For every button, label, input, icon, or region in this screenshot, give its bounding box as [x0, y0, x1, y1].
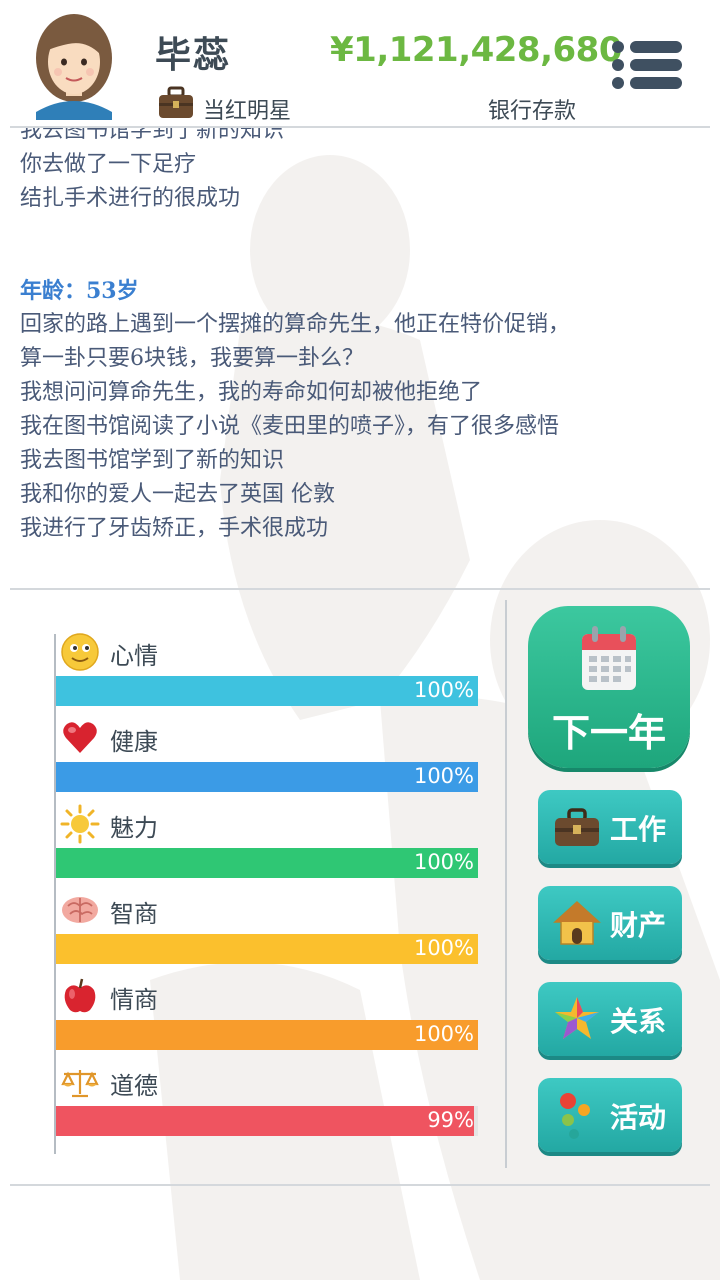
calendar-icon	[582, 626, 636, 690]
age-heading: 年龄：53岁	[20, 278, 139, 304]
log-line: 回家的路上遇到一个摆摊的算命先生，他正在特价促销，	[20, 312, 571, 337]
stat-label: 智商	[110, 900, 158, 928]
activities-button[interactable]: 活动	[538, 1078, 682, 1152]
stat-bar: 100%	[56, 1020, 478, 1050]
stat-percent: 100%	[413, 850, 474, 874]
work-button[interactable]: 工作	[538, 790, 682, 864]
brain-icon	[62, 897, 98, 923]
stat-bar: 100%	[56, 934, 478, 964]
stat-bar: 99%	[56, 1106, 478, 1136]
footer-divider	[10, 1184, 710, 1186]
house-icon	[553, 900, 601, 945]
job-title: 当红明星	[203, 99, 292, 124]
stat-iq: 智商 100%	[54, 890, 484, 976]
smiley-icon	[61, 633, 99, 671]
relations-button[interactable]: 关系	[538, 982, 682, 1056]
player-name: 毕蕊	[155, 35, 232, 76]
panel-divider	[505, 600, 507, 1168]
log-line: 我进行了牙齿矫正，手术很成功	[20, 516, 329, 541]
heart-icon	[63, 722, 97, 753]
apple-icon	[64, 978, 96, 1013]
stat-label: 心情	[110, 642, 158, 670]
scales-icon	[61, 1070, 99, 1098]
log-line: 我和你的爱人一起去了英国 伦敦	[20, 482, 335, 507]
property-label: 财产	[610, 909, 667, 942]
log-line: 我在图书馆阅读了小说《麦田里的喷子》，有了很多感悟	[20, 414, 560, 439]
stat-health: 健康 100%	[54, 718, 484, 804]
menu-icon	[612, 41, 624, 53]
bank-balance-label: 银行存款	[487, 99, 576, 124]
event-log[interactable]: 我去图书馆学到了新的知识 你去做了一下足疗 结扎手术进行的很成功 年龄：53岁 …	[20, 128, 710, 588]
briefcase-icon	[159, 86, 193, 118]
log-line: 算一卦只要6块钱，我要算一卦么？	[20, 346, 364, 371]
property-button[interactable]: 财产	[538, 886, 682, 960]
bank-balance: ¥1,121,428,680	[330, 30, 622, 70]
log-divider	[10, 588, 710, 590]
relations-label: 关系	[610, 1005, 667, 1038]
next-year-button[interactable]: 下一年	[528, 606, 690, 768]
next-year-label: 下一年	[551, 711, 666, 755]
avatar[interactable]	[28, 10, 120, 120]
stat-charm: 魅力 100%	[54, 804, 484, 890]
stat-percent: 99%	[427, 1108, 474, 1132]
stat-label: 情商	[110, 986, 158, 1014]
stat-morality: 道德 99%	[54, 1062, 484, 1148]
stat-percent: 100%	[413, 936, 474, 960]
stat-eq: 情商 100%	[54, 976, 484, 1062]
log-line: 我去图书馆学到了新的知识	[20, 448, 285, 473]
star-icon	[555, 997, 599, 1039]
header-bar: 毕蕊 当红明星 ¥1,121,428,680 银行存款	[0, 0, 720, 126]
stat-bar: 100%	[56, 848, 478, 878]
stat-mood: 心情 100%	[54, 632, 484, 718]
work-label: 工作	[610, 813, 667, 846]
log-line: 你去做了一下足疗	[20, 152, 197, 177]
sun-icon	[60, 804, 100, 844]
stat-label: 魅力	[110, 814, 158, 842]
stat-label: 健康	[110, 728, 158, 756]
activity-dots-icon	[560, 1093, 590, 1139]
activities-label: 活动	[610, 1101, 667, 1134]
stat-percent: 100%	[413, 678, 474, 702]
stat-label: 道德	[110, 1072, 158, 1100]
log-line: 我去图书馆学到了新的知识	[20, 128, 285, 143]
stat-bar: 100%	[56, 676, 478, 706]
menu-button[interactable]	[612, 36, 684, 94]
stat-percent: 100%	[413, 1022, 474, 1046]
stat-bar: 100%	[56, 762, 478, 792]
log-line: 结扎手术进行的很成功	[20, 186, 241, 211]
stat-percent: 100%	[413, 764, 474, 788]
log-line: 我想问问算命先生，我的寿命如何却被他拒绝了	[20, 380, 483, 405]
briefcase-icon	[555, 808, 599, 846]
stats-panel: 心情 100% 健康 100% 魅力 100% 智商 100% 情商 100% …	[54, 600, 484, 1160]
